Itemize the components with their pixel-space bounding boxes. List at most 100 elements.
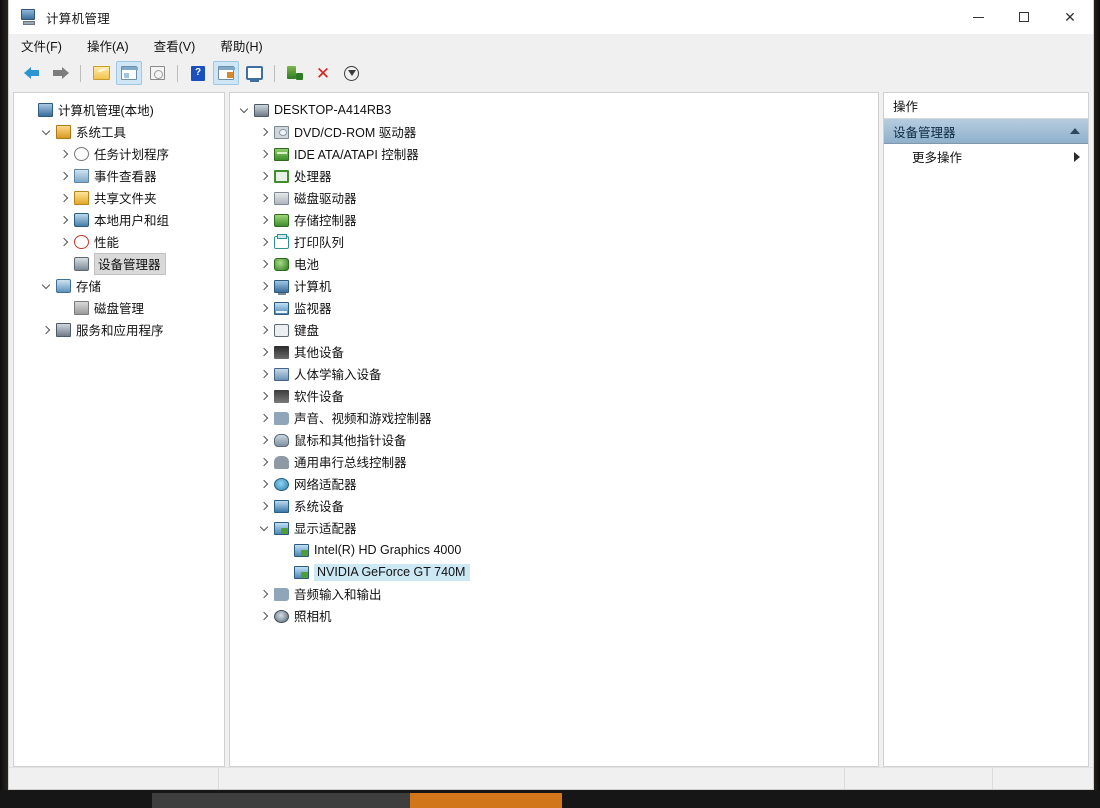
collapse-arrow-icon[interactable] bbox=[38, 131, 54, 134]
scan-hardware-button[interactable] bbox=[282, 61, 308, 85]
device-item-row[interactable]: 电池 bbox=[230, 253, 878, 275]
expand-arrow-icon[interactable] bbox=[56, 151, 72, 157]
sidebar-item-row[interactable]: 任务计划程序 bbox=[14, 143, 224, 165]
device-item-row[interactable]: 系统设备 bbox=[230, 495, 878, 517]
expand-arrow-icon[interactable] bbox=[256, 305, 272, 311]
forward-button[interactable] bbox=[47, 61, 73, 85]
device-item-row[interactable]: 打印队列 bbox=[230, 231, 878, 253]
menu-help[interactable]: 帮助(H) bbox=[220, 34, 273, 58]
sidebar-item-row[interactable]: 设备管理器 bbox=[14, 253, 224, 275]
sidebar-item-row[interactable]: 系统工具 bbox=[14, 121, 224, 143]
menu-action[interactable]: 操作(A) bbox=[87, 34, 140, 58]
device-item-row[interactable]: 显示适配器 bbox=[230, 517, 878, 539]
sidebar-item-label: 本地用户和组 bbox=[94, 209, 173, 231]
expand-arrow-icon[interactable] bbox=[256, 503, 272, 509]
sidebar-item-row[interactable]: 本地用户和组 bbox=[14, 209, 224, 231]
sidebar-item-row[interactable]: 计算机管理(本地) bbox=[14, 99, 224, 121]
device-item-row[interactable]: 声音、视频和游戏控制器 bbox=[230, 407, 878, 429]
update-driver-button[interactable] bbox=[338, 61, 364, 85]
expand-arrow-icon[interactable] bbox=[256, 591, 272, 597]
maximize-icon bbox=[1019, 12, 1029, 22]
collapse-arrow-icon[interactable] bbox=[256, 527, 272, 530]
expand-arrow-icon[interactable] bbox=[256, 239, 272, 245]
taskbar[interactable] bbox=[0, 790, 1100, 808]
taskbar-item-active[interactable] bbox=[410, 793, 562, 808]
expand-arrow-icon[interactable] bbox=[256, 217, 272, 223]
device-item-row[interactable]: 鼠标和其他指针设备 bbox=[230, 429, 878, 451]
sidebar-item-row[interactable]: 服务和应用程序 bbox=[14, 319, 224, 341]
expand-arrow-icon[interactable] bbox=[256, 261, 272, 267]
up-folder-button[interactable] bbox=[88, 61, 114, 85]
sidebar-item-row[interactable]: 事件查看器 bbox=[14, 165, 224, 187]
sidebar-item-label: 任务计划程序 bbox=[94, 143, 173, 165]
list-view-button[interactable] bbox=[213, 61, 239, 85]
show-hide-tree-button[interactable] bbox=[116, 61, 142, 85]
expand-arrow-icon[interactable] bbox=[256, 613, 272, 619]
device-item-row[interactable]: 其他设备 bbox=[230, 341, 878, 363]
taskbar-item-gray[interactable] bbox=[152, 793, 410, 808]
minimize-button[interactable] bbox=[955, 0, 1001, 34]
expand-arrow-icon[interactable] bbox=[256, 173, 272, 179]
actions-section-device-manager[interactable]: 设备管理器 bbox=[884, 119, 1088, 144]
display-button[interactable] bbox=[241, 61, 267, 85]
expand-arrow-icon[interactable] bbox=[256, 151, 272, 157]
collapse-arrow-icon[interactable] bbox=[236, 109, 252, 112]
monitor-icon bbox=[272, 302, 290, 315]
device-item-label: 其他设备 bbox=[294, 341, 348, 363]
shared-folders-icon bbox=[72, 191, 90, 205]
properties-button[interactable] bbox=[144, 61, 170, 85]
device-item-row[interactable]: 照相机 bbox=[230, 605, 878, 627]
device-item-row[interactable]: 音频输入和输出 bbox=[230, 583, 878, 605]
toolbar-separator bbox=[274, 65, 275, 82]
action-more-actions[interactable]: 更多操作 bbox=[884, 144, 1088, 169]
expand-arrow-icon[interactable] bbox=[56, 217, 72, 223]
device-item-row[interactable]: 键盘 bbox=[230, 319, 878, 341]
device-item-row[interactable]: 监视器 bbox=[230, 297, 878, 319]
collapse-arrow-icon[interactable] bbox=[38, 285, 54, 288]
device-item-row[interactable]: 计算机 bbox=[230, 275, 878, 297]
expand-arrow-icon[interactable] bbox=[56, 195, 72, 201]
sidebar-item-row[interactable]: 性能 bbox=[14, 231, 224, 253]
device-item-row[interactable]: NVIDIA GeForce GT 740M bbox=[230, 561, 878, 583]
sidebar-item-row[interactable]: 存储 bbox=[14, 275, 224, 297]
device-item-row[interactable]: 通用串行总线控制器 bbox=[230, 451, 878, 473]
system-devices-icon bbox=[272, 500, 290, 513]
expand-arrow-icon[interactable] bbox=[256, 415, 272, 421]
expand-arrow-icon[interactable] bbox=[256, 371, 272, 377]
device-item-row[interactable]: Intel(R) HD Graphics 4000 bbox=[230, 539, 878, 561]
device-item-row[interactable]: 磁盘驱动器 bbox=[230, 187, 878, 209]
expand-arrow-icon[interactable] bbox=[256, 283, 272, 289]
menu-view[interactable]: 查看(V) bbox=[154, 34, 207, 58]
help-button[interactable]: ? bbox=[185, 61, 211, 85]
maximize-button[interactable] bbox=[1001, 0, 1047, 34]
expand-arrow-icon[interactable] bbox=[256, 349, 272, 355]
network-adapter-icon bbox=[272, 478, 290, 491]
expand-arrow-icon[interactable] bbox=[256, 327, 272, 333]
menu-file[interactable]: 文件(F) bbox=[21, 34, 73, 58]
device-item-label: 人体学输入设备 bbox=[294, 363, 386, 385]
device-item-row[interactable]: 人体学输入设备 bbox=[230, 363, 878, 385]
ide-controller-icon bbox=[272, 148, 290, 161]
device-item-row[interactable]: 处理器 bbox=[230, 165, 878, 187]
device-item-row[interactable]: 存储控制器 bbox=[230, 209, 878, 231]
expand-arrow-icon[interactable] bbox=[256, 481, 272, 487]
expand-arrow-icon[interactable] bbox=[256, 195, 272, 201]
expand-arrow-icon[interactable] bbox=[256, 437, 272, 443]
sidebar-item-row[interactable]: 共享文件夹 bbox=[14, 187, 224, 209]
expand-arrow-icon[interactable] bbox=[56, 173, 72, 179]
device-item-row[interactable]: 软件设备 bbox=[230, 385, 878, 407]
console-tree: 计算机管理(本地)系统工具任务计划程序事件查看器共享文件夹本地用户和组性能设备管… bbox=[14, 93, 224, 341]
uninstall-device-button[interactable]: ✕ bbox=[310, 61, 336, 85]
device-item-row[interactable]: 网络适配器 bbox=[230, 473, 878, 495]
close-button[interactable]: ✕ bbox=[1047, 0, 1093, 34]
device-item-row[interactable]: DESKTOP-A414RB3 bbox=[230, 99, 878, 121]
device-item-row[interactable]: DVD/CD-ROM 驱动器 bbox=[230, 121, 878, 143]
device-item-row[interactable]: IDE ATA/ATAPI 控制器 bbox=[230, 143, 878, 165]
expand-arrow-icon[interactable] bbox=[256, 393, 272, 399]
back-button[interactable] bbox=[19, 61, 45, 85]
sidebar-item-row[interactable]: 磁盘管理 bbox=[14, 297, 224, 319]
expand-arrow-icon[interactable] bbox=[38, 327, 54, 333]
expand-arrow-icon[interactable] bbox=[256, 459, 272, 465]
expand-arrow-icon[interactable] bbox=[56, 239, 72, 245]
expand-arrow-icon[interactable] bbox=[256, 129, 272, 135]
